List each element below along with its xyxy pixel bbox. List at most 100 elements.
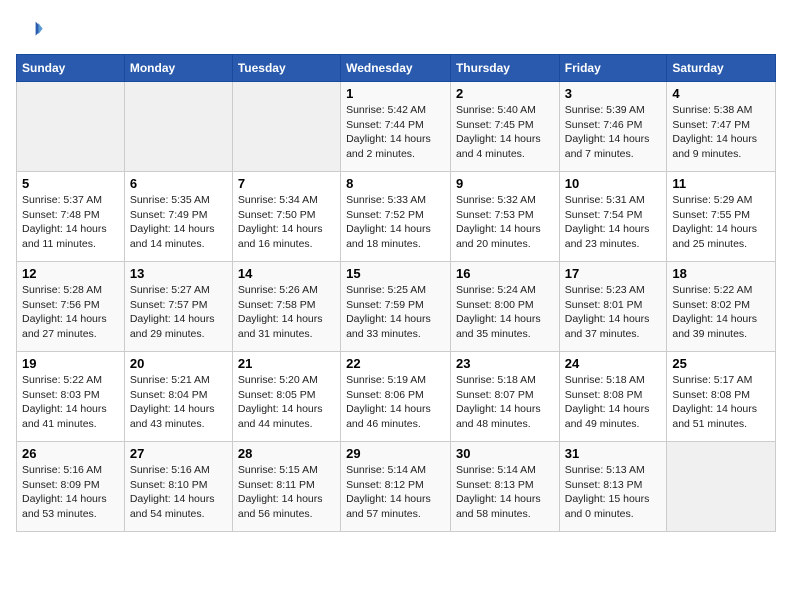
calendar-cell [124, 82, 232, 172]
calendar-cell: 13 Sunrise: 5:27 AMSunset: 7:57 PMDayligh… [124, 262, 232, 352]
day-number: 25 [672, 356, 770, 371]
calendar-cell: 10 Sunrise: 5:31 AMSunset: 7:54 PMDayligh… [559, 172, 667, 262]
day-detail: Sunrise: 5:42 AMSunset: 7:44 PMDaylight:… [346, 103, 445, 162]
calendar-cell: 29 Sunrise: 5:14 AMSunset: 8:12 PMDayligh… [341, 442, 451, 532]
day-detail: Sunrise: 5:21 AMSunset: 8:04 PMDaylight:… [130, 373, 227, 432]
calendar-cell: 4Sunrise: 5:38 AMSunset: 7:47 PMDaylight… [667, 82, 776, 172]
calendar-cell [17, 82, 125, 172]
weekday-header: Wednesday [341, 55, 451, 82]
calendar-cell: 16Sunrise: 5:24 AMSunset: 8:00 PMDayligh… [450, 262, 559, 352]
day-number: 5 [22, 176, 119, 191]
calendar-cell: 24 Sunrise: 5:18 AMSunset: 8:08 PMDayligh… [559, 352, 667, 442]
calendar-cell: 19 Sunrise: 5:22 AMSunset: 8:03 PMDayligh… [17, 352, 125, 442]
day-number: 27 [130, 446, 227, 461]
calendar-cell: 22 Sunrise: 5:19 AMSunset: 8:06 PMDayligh… [341, 352, 451, 442]
calendar-cell: 8 Sunrise: 5:33 AMSunset: 7:52 PMDaylight… [341, 172, 451, 262]
day-detail: Sunrise: 5:32 AMSunset: 7:53 PMDaylight:… [456, 193, 554, 252]
day-number: 30 [456, 446, 554, 461]
day-detail: Sunrise: 5:22 AMSunset: 8:03 PMDaylight:… [22, 373, 119, 432]
day-number: 22 [346, 356, 445, 371]
day-number: 21 [238, 356, 335, 371]
calendar-week-row: 1 Sunrise: 5:42 AMSunset: 7:44 PMDaylight… [17, 82, 776, 172]
day-number: 29 [346, 446, 445, 461]
day-detail: Sunrise: 5:40 AMSunset: 7:45 PMDaylight:… [456, 103, 554, 162]
day-number: 11 [672, 176, 770, 191]
logo-icon [16, 16, 44, 44]
day-number: 4 [672, 86, 770, 101]
day-detail: Sunrise: 5:37 AMSunset: 7:48 PMDaylight:… [22, 193, 119, 252]
calendar-cell: 7 Sunrise: 5:34 AMSunset: 7:50 PMDaylight… [232, 172, 340, 262]
calendar-cell: 3 Sunrise: 5:39 AMSunset: 7:46 PMDaylight… [559, 82, 667, 172]
day-number: 24 [565, 356, 662, 371]
day-detail: Sunrise: 5:24 AMSunset: 8:00 PMDaylight:… [456, 283, 554, 342]
weekday-header: Saturday [667, 55, 776, 82]
calendar-week-row: 5 Sunrise: 5:37 AMSunset: 7:48 PMDaylight… [17, 172, 776, 262]
calendar-table: SundayMondayTuesdayWednesdayThursdayFrid… [16, 54, 776, 532]
day-number: 20 [130, 356, 227, 371]
day-number: 15 [346, 266, 445, 281]
calendar-cell: 18 Sunrise: 5:22 AMSunset: 8:02 PMDayligh… [667, 262, 776, 352]
calendar-cell [232, 82, 340, 172]
calendar-week-row: 26 Sunrise: 5:16 AMSunset: 8:09 PMDayligh… [17, 442, 776, 532]
calendar-week-row: 19 Sunrise: 5:22 AMSunset: 8:03 PMDayligh… [17, 352, 776, 442]
day-detail: Sunrise: 5:15 AMSunset: 8:11 PMDaylight:… [238, 463, 335, 522]
calendar-cell: 9 Sunrise: 5:32 AMSunset: 7:53 PMDaylight… [450, 172, 559, 262]
weekday-header: Friday [559, 55, 667, 82]
calendar-cell: 26 Sunrise: 5:16 AMSunset: 8:09 PMDayligh… [17, 442, 125, 532]
calendar-cell: 25Sunrise: 5:17 AMSunset: 8:08 PMDayligh… [667, 352, 776, 442]
day-number: 2 [456, 86, 554, 101]
calendar-cell: 20 Sunrise: 5:21 AMSunset: 8:04 PMDayligh… [124, 352, 232, 442]
day-detail: Sunrise: 5:16 AMSunset: 8:09 PMDaylight:… [22, 463, 119, 522]
calendar-cell: 15 Sunrise: 5:25 AMSunset: 7:59 PMDayligh… [341, 262, 451, 352]
day-detail: Sunrise: 5:26 AMSunset: 7:58 PMDaylight:… [238, 283, 335, 342]
day-detail: Sunrise: 5:23 AMSunset: 8:01 PMDaylight:… [565, 283, 662, 342]
day-number: 1 [346, 86, 445, 101]
day-detail: Sunrise: 5:22 AMSunset: 8:02 PMDaylight:… [672, 283, 770, 342]
day-detail: Sunrise: 5:14 AMSunset: 8:12 PMDaylight:… [346, 463, 445, 522]
day-detail: Sunrise: 5:27 AMSunset: 7:57 PMDaylight:… [130, 283, 227, 342]
day-detail: Sunrise: 5:18 AMSunset: 8:07 PMDaylight:… [456, 373, 554, 432]
day-detail: Sunrise: 5:19 AMSunset: 8:06 PMDaylight:… [346, 373, 445, 432]
logo [16, 16, 48, 44]
weekday-header: Thursday [450, 55, 559, 82]
day-number: 10 [565, 176, 662, 191]
calendar-cell: 6Sunrise: 5:35 AMSunset: 7:49 PMDaylight… [124, 172, 232, 262]
day-number: 31 [565, 446, 662, 461]
weekday-header: Sunday [17, 55, 125, 82]
calendar-cell: 11Sunrise: 5:29 AMSunset: 7:55 PMDayligh… [667, 172, 776, 262]
day-number: 12 [22, 266, 119, 281]
calendar-cell [667, 442, 776, 532]
day-number: 8 [346, 176, 445, 191]
day-detail: Sunrise: 5:20 AMSunset: 8:05 PMDaylight:… [238, 373, 335, 432]
day-detail: Sunrise: 5:13 AMSunset: 8:13 PMDaylight:… [565, 463, 662, 522]
day-number: 9 [456, 176, 554, 191]
day-number: 17 [565, 266, 662, 281]
day-number: 28 [238, 446, 335, 461]
day-detail: Sunrise: 5:31 AMSunset: 7:54 PMDaylight:… [565, 193, 662, 252]
day-detail: Sunrise: 5:25 AMSunset: 7:59 PMDaylight:… [346, 283, 445, 342]
day-detail: Sunrise: 5:39 AMSunset: 7:46 PMDaylight:… [565, 103, 662, 162]
calendar-cell: 23 Sunrise: 5:18 AMSunset: 8:07 PMDayligh… [450, 352, 559, 442]
day-number: 23 [456, 356, 554, 371]
day-detail: Sunrise: 5:18 AMSunset: 8:08 PMDaylight:… [565, 373, 662, 432]
weekday-header: Tuesday [232, 55, 340, 82]
calendar-cell: 5 Sunrise: 5:37 AMSunset: 7:48 PMDaylight… [17, 172, 125, 262]
day-detail: Sunrise: 5:34 AMSunset: 7:50 PMDaylight:… [238, 193, 335, 252]
weekday-header: Monday [124, 55, 232, 82]
calendar-cell: 31 Sunrise: 5:13 AMSunset: 8:13 PMDayligh… [559, 442, 667, 532]
day-detail: Sunrise: 5:14 AMSunset: 8:13 PMDaylight:… [456, 463, 554, 522]
day-number: 7 [238, 176, 335, 191]
day-detail: Sunrise: 5:33 AMSunset: 7:52 PMDaylight:… [346, 193, 445, 252]
day-number: 19 [22, 356, 119, 371]
calendar-cell: 27Sunrise: 5:16 AMSunset: 8:10 PMDayligh… [124, 442, 232, 532]
weekday-header-row: SundayMondayTuesdayWednesdayThursdayFrid… [17, 55, 776, 82]
calendar-cell: 21 Sunrise: 5:20 AMSunset: 8:05 PMDayligh… [232, 352, 340, 442]
calendar-cell: 14Sunrise: 5:26 AMSunset: 7:58 PMDayligh… [232, 262, 340, 352]
day-number: 3 [565, 86, 662, 101]
day-number: 13 [130, 266, 227, 281]
day-number: 26 [22, 446, 119, 461]
page-header [16, 16, 776, 44]
day-number: 6 [130, 176, 227, 191]
day-number: 18 [672, 266, 770, 281]
calendar-cell: 12Sunrise: 5:28 AMSunset: 7:56 PMDayligh… [17, 262, 125, 352]
